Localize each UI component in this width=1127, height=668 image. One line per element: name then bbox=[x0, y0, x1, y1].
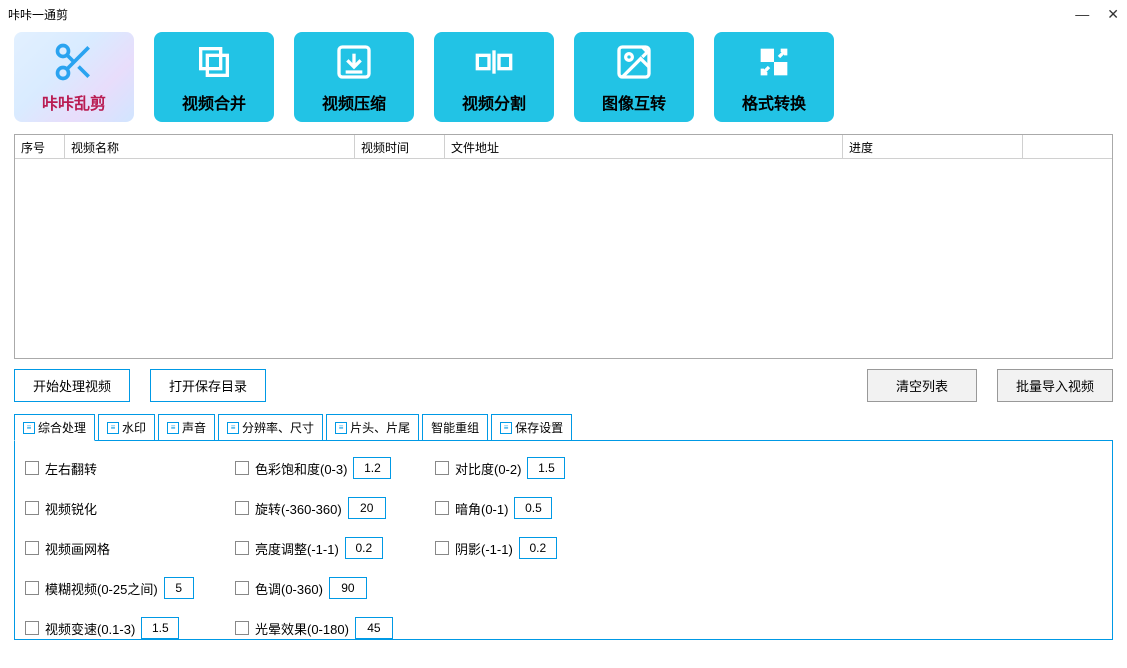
checkbox-blur[interactable] bbox=[25, 581, 39, 595]
toolbar-label: 图像互转 bbox=[602, 90, 666, 114]
tab-icon: ≡ bbox=[107, 422, 119, 434]
toolbar-label: 视频合并 bbox=[182, 90, 246, 114]
tab-row: ≡综合处理 ≡水印 ≡声音 ≡分辨率、尺寸 ≡片头、片尾 智能重组 ≡保存设置 bbox=[14, 414, 1113, 441]
toolbar-label: 视频压缩 bbox=[322, 90, 386, 114]
checkbox-contrast[interactable] bbox=[435, 461, 449, 475]
video-list: 序号 视频名称 视频时间 文件地址 进度 bbox=[14, 134, 1113, 359]
checkbox-hue[interactable] bbox=[235, 581, 249, 595]
toolbar-merge[interactable]: 视频合并 bbox=[154, 32, 274, 122]
checkbox-halo[interactable] bbox=[235, 621, 249, 635]
checkbox-brightness[interactable] bbox=[235, 541, 249, 555]
tab-content: 左右翻转 色彩饱和度(0-3) 对比度(0-2) 视频锐化 旋转(-360-36… bbox=[14, 440, 1113, 640]
tab-icon: ≡ bbox=[500, 422, 512, 434]
label-shadow: 阴影(-1-1) bbox=[455, 539, 513, 558]
col-name[interactable]: 视频名称 bbox=[65, 135, 355, 158]
window-title: 咔咔一通剪 bbox=[8, 6, 68, 23]
tab-watermark[interactable]: ≡水印 bbox=[98, 414, 155, 441]
col-progress[interactable]: 进度 bbox=[843, 135, 1023, 158]
action-row: 开始处理视频 打开保存目录 清空列表 批量导入视频 bbox=[14, 369, 1113, 402]
tab-icon: ≡ bbox=[227, 422, 239, 434]
toolbar-random-cut[interactable]: 咔咔乱剪 bbox=[14, 32, 134, 122]
col-index[interactable]: 序号 bbox=[15, 135, 65, 158]
input-brightness[interactable] bbox=[345, 537, 383, 559]
label-rotate: 旋转(-360-360) bbox=[255, 499, 342, 518]
window-controls: — ✕ bbox=[1075, 6, 1119, 23]
input-vignette[interactable] bbox=[514, 497, 552, 519]
image-convert-icon bbox=[612, 40, 656, 84]
split-icon bbox=[472, 40, 516, 84]
close-button[interactable]: ✕ bbox=[1107, 6, 1119, 23]
import-button[interactable]: 批量导入视频 bbox=[997, 369, 1113, 402]
tab-icon: ≡ bbox=[167, 422, 179, 434]
label-saturation: 色彩饱和度(0-3) bbox=[255, 459, 347, 478]
tab-general[interactable]: ≡综合处理 bbox=[14, 414, 95, 441]
minimize-button[interactable]: — bbox=[1075, 6, 1089, 23]
tab-resolution[interactable]: ≡分辨率、尺寸 bbox=[218, 414, 323, 441]
input-speed[interactable] bbox=[141, 617, 179, 639]
col-time[interactable]: 视频时间 bbox=[355, 135, 445, 158]
label-hue: 色调(0-360) bbox=[255, 579, 323, 598]
tab-audio[interactable]: ≡声音 bbox=[158, 414, 215, 441]
format-convert-icon bbox=[752, 40, 796, 84]
merge-icon bbox=[192, 40, 236, 84]
titlebar: 咔咔一通剪 — ✕ bbox=[0, 0, 1127, 28]
input-contrast[interactable] bbox=[527, 457, 565, 479]
input-halo[interactable] bbox=[355, 617, 393, 639]
input-blur[interactable] bbox=[164, 577, 194, 599]
toolbar-label: 格式转换 bbox=[742, 90, 806, 114]
open-dir-button[interactable]: 打开保存目录 bbox=[150, 369, 266, 402]
checkbox-flip[interactable] bbox=[25, 461, 39, 475]
tab-icon: ≡ bbox=[23, 422, 35, 434]
checkbox-speed[interactable] bbox=[25, 621, 39, 635]
checkbox-vignette[interactable] bbox=[435, 501, 449, 515]
label-contrast: 对比度(0-2) bbox=[455, 459, 521, 478]
toolbar-compress[interactable]: 视频压缩 bbox=[294, 32, 414, 122]
label-halo: 光晕效果(0-180) bbox=[255, 619, 349, 638]
toolbar-label: 咔咔乱剪 bbox=[42, 90, 106, 114]
start-button[interactable]: 开始处理视频 bbox=[14, 369, 130, 402]
input-saturation[interactable] bbox=[353, 457, 391, 479]
label-vignette: 暗角(0-1) bbox=[455, 499, 508, 518]
list-header: 序号 视频名称 视频时间 文件地址 进度 bbox=[15, 135, 1112, 159]
label-speed: 视频变速(0.1-3) bbox=[45, 619, 135, 638]
label-blur: 模糊视频(0-25之间) bbox=[45, 579, 158, 598]
col-spacer bbox=[1023, 135, 1112, 158]
input-rotate[interactable] bbox=[348, 497, 386, 519]
tab-intro-outro[interactable]: ≡片头、片尾 bbox=[326, 414, 419, 441]
tab-icon: ≡ bbox=[335, 422, 347, 434]
label-flip: 左右翻转 bbox=[45, 459, 97, 478]
col-path[interactable]: 文件地址 bbox=[445, 135, 843, 158]
compress-icon bbox=[332, 40, 376, 84]
checkbox-sharpen[interactable] bbox=[25, 501, 39, 515]
toolbar-image-convert[interactable]: 图像互转 bbox=[574, 32, 694, 122]
toolbar-label: 视频分割 bbox=[462, 90, 526, 114]
input-hue[interactable] bbox=[329, 577, 367, 599]
checkbox-saturation[interactable] bbox=[235, 461, 249, 475]
checkbox-shadow[interactable] bbox=[435, 541, 449, 555]
label-sharpen: 视频锐化 bbox=[45, 499, 97, 518]
label-grid: 视频画网格 bbox=[45, 539, 110, 558]
tab-save-settings[interactable]: ≡保存设置 bbox=[491, 414, 572, 441]
toolbar-format-convert[interactable]: 格式转换 bbox=[714, 32, 834, 122]
toolbar-split[interactable]: 视频分割 bbox=[434, 32, 554, 122]
scissors-icon bbox=[52, 40, 96, 84]
tab-smart-recomb[interactable]: 智能重组 bbox=[422, 414, 488, 441]
main-toolbar: 咔咔乱剪 视频合并 视频压缩 视频分割 图像互转 格式转换 bbox=[0, 28, 1127, 126]
checkbox-grid[interactable] bbox=[25, 541, 39, 555]
input-shadow[interactable] bbox=[519, 537, 557, 559]
clear-list-button[interactable]: 清空列表 bbox=[867, 369, 977, 402]
checkbox-rotate[interactable] bbox=[235, 501, 249, 515]
label-brightness: 亮度调整(-1-1) bbox=[255, 539, 339, 558]
